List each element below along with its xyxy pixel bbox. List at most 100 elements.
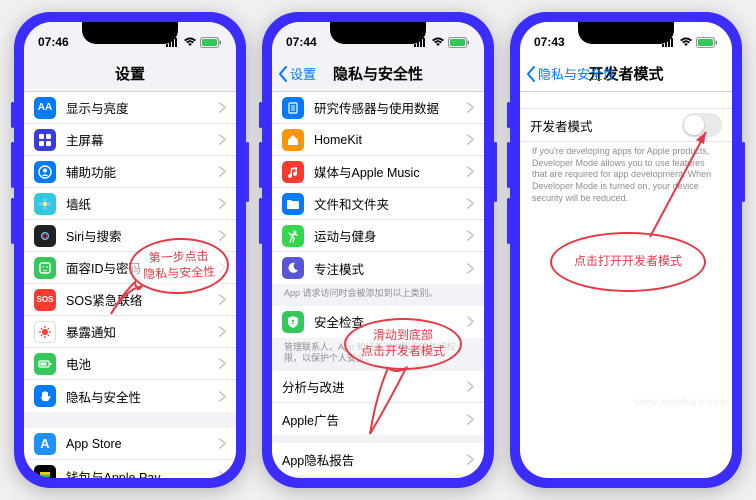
chevron-right-icon bbox=[219, 102, 226, 113]
settings-row[interactable]: 研究传感器与使用数据 bbox=[272, 92, 484, 124]
row-label: SOS紧急联络 bbox=[66, 290, 219, 309]
row-icon bbox=[282, 257, 304, 279]
settings-row[interactable]: 面容ID与密码 bbox=[24, 252, 236, 284]
watermark: www.wejshare.com bbox=[634, 397, 728, 408]
developer-mode-note: If you're developing apps for Apple prod… bbox=[520, 142, 732, 210]
settings-row[interactable]: 主屏幕 bbox=[24, 124, 236, 156]
row-icon bbox=[34, 321, 56, 343]
chevron-right-icon bbox=[219, 230, 226, 241]
row-label: Apple广告 bbox=[282, 410, 467, 429]
settings-row[interactable]: 运动与健身 bbox=[272, 220, 484, 252]
row-icon bbox=[282, 129, 304, 151]
notch bbox=[82, 22, 178, 44]
row-icon bbox=[34, 257, 56, 279]
section-header: 安全性 bbox=[272, 475, 484, 478]
row-icon: AA bbox=[34, 97, 56, 119]
row-label: 显示与亮度 bbox=[66, 98, 219, 117]
chevron-right-icon bbox=[467, 166, 474, 177]
row-icon bbox=[34, 225, 56, 247]
row-label: 分析与改进 bbox=[282, 377, 467, 396]
toggle-label: 开发者模式 bbox=[530, 116, 682, 135]
row-label: 文件和文件夹 bbox=[314, 194, 467, 213]
battery-icon bbox=[448, 37, 470, 48]
row-label: 面容ID与密码 bbox=[66, 258, 219, 277]
page-title: 设置 bbox=[115, 63, 145, 84]
settings-row[interactable]: Siri与搜索 bbox=[24, 220, 236, 252]
privacy-list[interactable]: 研究传感器与使用数据 HomeKit 媒体与Apple Music 文件和文件夹运动与… bbox=[272, 92, 484, 478]
settings-list[interactable]: AA 显示与亮度主屏幕辅助功能墙纸 Siri与搜索面容ID与密码 SOS SOS紧急联络… bbox=[24, 92, 236, 478]
screen-1: 07:46 设置 AA显示与亮度主屏幕辅助功能墙纸Siri与搜索面容ID与密码S… bbox=[24, 22, 236, 478]
footer-note: App 请求访问时会被添加到以上类别。 bbox=[272, 284, 484, 306]
row-label: App Store bbox=[66, 437, 219, 451]
settings-row[interactable]: 电池 bbox=[24, 348, 236, 380]
row-label: 专注模式 bbox=[314, 259, 467, 278]
chevron-right-icon bbox=[467, 454, 474, 465]
settings-row[interactable]: App隐私报告 bbox=[272, 443, 484, 475]
clock: 07:43 bbox=[534, 35, 565, 49]
row-icon bbox=[282, 97, 304, 119]
chevron-right-icon bbox=[219, 198, 226, 209]
settings-row[interactable]: 钱包与Apple Pay bbox=[24, 460, 236, 478]
row-label: 运动与健身 bbox=[314, 226, 467, 245]
row-label: 媒体与Apple Music bbox=[314, 162, 467, 181]
chevron-right-icon bbox=[219, 471, 226, 479]
row-label: App隐私报告 bbox=[282, 450, 467, 469]
settings-row[interactable]: Apple广告 bbox=[272, 403, 484, 435]
settings-row[interactable]: SOS SOS紧急联络 bbox=[24, 284, 236, 316]
screen-3: 07:43 隐私与安全性 开发者模式 开发者模式 bbox=[520, 22, 732, 478]
settings-row[interactable]: 隐私与安全性 bbox=[24, 380, 236, 412]
row-label: 暴露通知 bbox=[66, 322, 219, 341]
wifi-icon bbox=[183, 37, 197, 47]
chevron-right-icon bbox=[219, 294, 226, 305]
row-icon bbox=[34, 385, 56, 407]
settings-row[interactable]: 媒体与Apple Music bbox=[272, 156, 484, 188]
chevron-right-icon bbox=[219, 134, 226, 145]
developer-mode-content: 开发者模式 If you're developing apps for Appl… bbox=[520, 92, 732, 478]
back-button[interactable]: 设置 bbox=[278, 64, 316, 83]
back-button[interactable]: 隐私与安全性 bbox=[526, 64, 616, 83]
row-icon bbox=[34, 193, 56, 215]
settings-row[interactable]: 辅助功能 bbox=[24, 156, 236, 188]
battery-icon bbox=[200, 37, 222, 48]
developer-mode-row: 开发者模式 bbox=[520, 108, 732, 142]
chevron-right-icon bbox=[219, 326, 226, 337]
settings-row[interactable]: HomeKit bbox=[272, 124, 484, 156]
settings-row[interactable]: A App Store bbox=[24, 428, 236, 460]
settings-row[interactable]: 墙纸 bbox=[24, 188, 236, 220]
settings-row[interactable]: 暴露通知 bbox=[24, 316, 236, 348]
row-label: 研究传感器与使用数据 bbox=[314, 98, 467, 117]
chevron-right-icon bbox=[467, 381, 474, 392]
battery-icon bbox=[696, 37, 718, 48]
row-label: 钱包与Apple Pay bbox=[66, 467, 219, 479]
settings-row[interactable]: AA 显示与亮度 bbox=[24, 92, 236, 124]
wifi-icon bbox=[679, 37, 693, 47]
row-label: 主屏幕 bbox=[66, 130, 219, 149]
settings-row[interactable]: 分析与改进 bbox=[272, 371, 484, 403]
phone-frame-2: 07:44 设置 隐私与安全性 研究传感器与使用数据HomeKit媒体与Appl… bbox=[262, 12, 494, 488]
row-icon bbox=[282, 225, 304, 247]
row-icon: A bbox=[34, 433, 56, 455]
settings-row[interactable]: 安全检查 bbox=[272, 306, 484, 338]
row-label: 辅助功能 bbox=[66, 162, 219, 181]
wifi-icon bbox=[431, 37, 445, 47]
chevron-right-icon bbox=[467, 316, 474, 327]
phone-frame-3: 07:43 隐私与安全性 开发者模式 开发者模式 bbox=[510, 12, 742, 488]
chevron-right-icon bbox=[467, 134, 474, 145]
row-icon: SOS bbox=[34, 289, 56, 311]
settings-row[interactable]: 专注模式 bbox=[272, 252, 484, 284]
row-label: 墙纸 bbox=[66, 194, 219, 213]
notch bbox=[578, 22, 674, 44]
row-label: 安全检查 bbox=[314, 312, 467, 331]
chevron-right-icon bbox=[467, 230, 474, 241]
chevron-right-icon bbox=[219, 358, 226, 369]
chevron-right-icon bbox=[219, 262, 226, 273]
chevron-right-icon bbox=[467, 102, 474, 113]
row-label: 隐私与安全性 bbox=[66, 387, 219, 406]
row-label: 电池 bbox=[66, 354, 219, 373]
row-icon bbox=[282, 311, 304, 333]
developer-mode-toggle[interactable] bbox=[682, 113, 722, 137]
row-label: Siri与搜索 bbox=[66, 226, 219, 245]
chevron-right-icon bbox=[467, 263, 474, 274]
footer-note: 管理联系人、App 和设备对你账户的访问权限，以保护个人安全。 bbox=[272, 338, 484, 371]
settings-row[interactable]: 文件和文件夹 bbox=[272, 188, 484, 220]
